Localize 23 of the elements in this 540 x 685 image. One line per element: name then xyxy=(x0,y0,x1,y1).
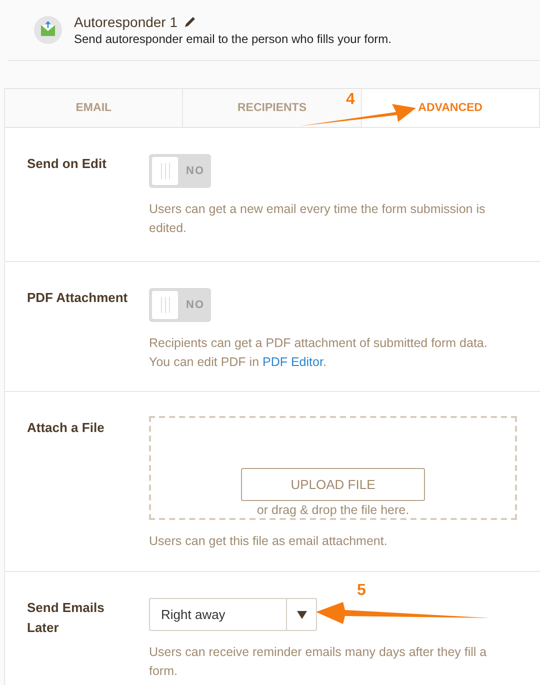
tab[interactable]: EMAIL xyxy=(5,89,184,127)
description: Users can receive reminder emails many days after they fill a form. xyxy=(149,644,488,680)
toggle-switch[interactable]: NO xyxy=(149,154,211,188)
setting-label: Attach a File xyxy=(26,419,106,437)
setting-label: Send Emails Later xyxy=(26,599,106,637)
description: Users can get this file as email attachment. xyxy=(149,533,388,550)
drop-zone[interactable]: UPLOAD FILE or drag & drop the file here. xyxy=(149,416,517,520)
setting-label: Send on Edit xyxy=(26,155,108,173)
setting-label: PDF Attachment xyxy=(26,289,129,307)
caret-icon xyxy=(296,610,306,618)
tab[interactable]: ADVANCED xyxy=(362,89,540,127)
pdf-editor-link[interactable]: PDF Editor xyxy=(262,355,323,369)
description: Recipients can get a PDF attachment of submitted form data. You can edit PDF in PDF Editor. xyxy=(149,335,488,371)
upload-file-button[interactable]: UPLOAD FILE xyxy=(241,468,425,501)
step-number: 5 xyxy=(357,582,366,600)
envelope-icon xyxy=(34,16,62,44)
delay-select[interactable]: Right away xyxy=(149,598,317,631)
autoresponder-title: Autoresponder 1 xyxy=(74,14,178,30)
pencil-icon[interactable] xyxy=(184,16,196,28)
autoresponder-subtitle: Send autoresponder email to the person who fills your form. xyxy=(74,32,392,46)
description: Users can get a new email every time the form submission is edited. xyxy=(149,201,486,237)
toggle-switch[interactable]: NO xyxy=(149,288,211,322)
step-number: 4 xyxy=(346,91,355,109)
